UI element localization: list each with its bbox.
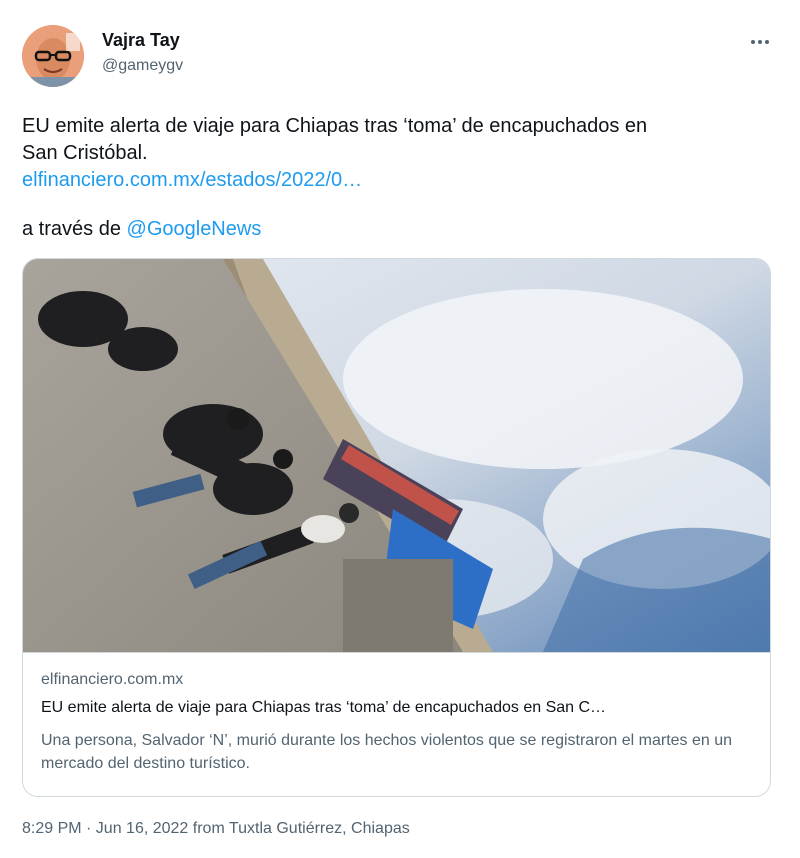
card-image[interactable] — [23, 259, 770, 652]
via-prefix: a través de — [22, 218, 127, 240]
mention-link[interactable]: @GoogleNews — [127, 218, 262, 240]
author-handle[interactable]: @gameygv — [102, 57, 183, 75]
link-preview-card[interactable]: elfinanciero.com.mx EU emite alerta de v… — [22, 258, 771, 797]
tweet-link[interactable]: elfinanciero.com.mx/estados/2022/0… — [22, 167, 782, 194]
tweet-text-line: San Cristóbal. — [22, 142, 148, 164]
news-photo — [23, 259, 770, 652]
user-avatar-icon — [22, 25, 84, 87]
avatar[interactable] — [22, 25, 84, 87]
card-title[interactable]: EU emite alerta de viaje para Chiapas tr… — [41, 699, 606, 717]
card-divider — [23, 652, 770, 653]
via-line: a través de @GoogleNews — [22, 216, 261, 243]
tweet-timestamp[interactable]: 8:29 PM · Jun 16, 2022 from Tuxtla Gutié… — [22, 820, 410, 838]
card-description: Una persona, Salvador ‘N’, murió durante… — [41, 732, 733, 772]
more-horizontal-icon — [751, 40, 755, 44]
tweet-text: EU emite alerta de viaje para Chiapas tr… — [22, 113, 782, 194]
tweet[interactable]: Vajra Tay @gameygv EU emite alerta de vi… — [0, 0, 800, 858]
tweet-text-line: EU emite alerta de viaje para Chiapas tr… — [22, 115, 648, 137]
more-options-button[interactable] — [740, 28, 780, 56]
card-domain: elfinanciero.com.mx — [41, 671, 184, 688]
author-display-name[interactable]: Vajra Tay — [102, 30, 180, 51]
